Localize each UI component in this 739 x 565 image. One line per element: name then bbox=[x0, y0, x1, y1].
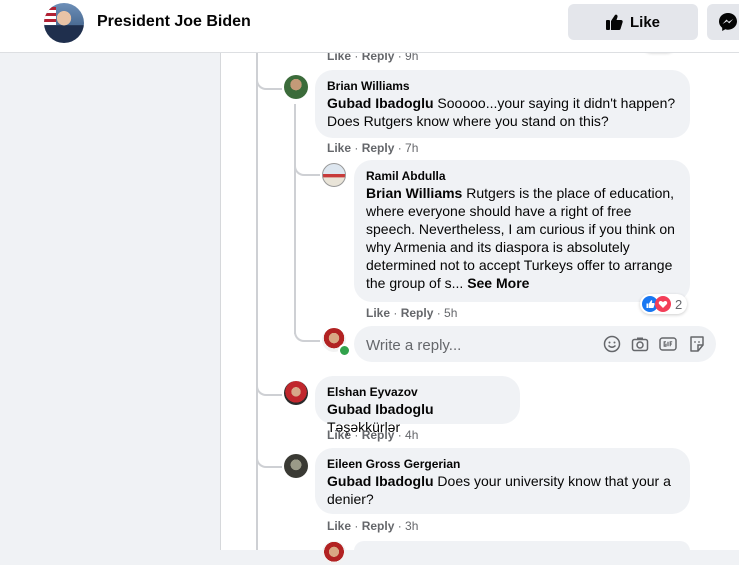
comment-time[interactable]: 5h bbox=[444, 306, 457, 320]
comment-actions: Like · Reply · 7h bbox=[327, 141, 419, 155]
online-status-indicator bbox=[338, 344, 351, 357]
comment-bubble: Elshan Eyvazov Gubad Ibadoglu Təşəkkürlə… bbox=[315, 376, 520, 435]
comment-time[interactable]: 3h bbox=[405, 519, 418, 533]
comment-time[interactable]: 7h bbox=[405, 141, 418, 155]
comment-author[interactable]: Brian Williams bbox=[327, 78, 678, 94]
reply-link[interactable]: Reply bbox=[362, 519, 395, 533]
comment-author[interactable]: Eileen Gross Gergerian bbox=[327, 456, 678, 472]
camera-icon[interactable] bbox=[631, 335, 649, 353]
gif-icon[interactable] bbox=[659, 335, 677, 353]
page-like-label: Like bbox=[629, 13, 660, 31]
page-like-button[interactable]: Like bbox=[568, 4, 698, 40]
thread-line bbox=[294, 104, 296, 334]
like-link[interactable]: Like bbox=[327, 428, 351, 442]
mention-link[interactable]: Gubad Ibadoglu bbox=[327, 473, 434, 489]
reply-link[interactable]: Reply bbox=[401, 306, 434, 320]
avatar[interactable] bbox=[284, 75, 308, 99]
comment-bubble: Brian Williams Gubad Ibadoglu Sooooo...y… bbox=[315, 70, 690, 138]
sticker-icon[interactable] bbox=[688, 335, 706, 353]
comment-bubble: Eileen Gross Gergerian Gubad Ibadoglu Do… bbox=[315, 448, 690, 514]
comment-actions: Like · Reply · 4h bbox=[327, 428, 419, 442]
avatar[interactable] bbox=[322, 163, 346, 187]
comment-actions: Like · Reply · 3h bbox=[327, 519, 419, 533]
reply-input[interactable] bbox=[364, 326, 588, 364]
emoji-icon[interactable] bbox=[603, 335, 621, 353]
page-avatar[interactable] bbox=[44, 3, 84, 43]
reply-link[interactable]: Reply bbox=[362, 428, 395, 442]
reaction-count: 2 bbox=[675, 296, 683, 312]
thread-connector bbox=[294, 152, 320, 176]
reply-box bbox=[354, 326, 716, 364]
like-link[interactable]: Like bbox=[327, 141, 351, 155]
comment-bubble: Ramil Abdulla Brian Williams Rutgers is … bbox=[354, 160, 690, 302]
comment-text: Gubad Ibadoglu Does your university know… bbox=[327, 472, 678, 508]
like-link[interactable]: Like bbox=[366, 306, 390, 320]
thread-connector bbox=[256, 64, 282, 90]
messenger-button[interactable] bbox=[707, 4, 739, 40]
comment-author[interactable]: Elshan Eyvazov bbox=[327, 384, 508, 400]
mention-link[interactable]: Gubad Ibadoglu bbox=[327, 95, 434, 111]
thread-connector bbox=[294, 318, 320, 342]
avatar[interactable] bbox=[284, 381, 308, 405]
avatar[interactable] bbox=[322, 541, 346, 565]
comment-text: Brian Williams Rutgers is the place of e… bbox=[366, 184, 678, 292]
comment-author[interactable]: Ramil Abdulla bbox=[366, 168, 678, 184]
flag-image bbox=[44, 7, 56, 25]
like-link[interactable]: Like bbox=[327, 519, 351, 533]
thread-line bbox=[256, 52, 258, 550]
thread-connector bbox=[256, 370, 282, 396]
avatar[interactable] bbox=[284, 454, 308, 478]
mention-link[interactable]: Brian Williams bbox=[366, 185, 462, 201]
comment-text: Gubad Ibadoglu Sooooo...your saying it d… bbox=[327, 94, 678, 130]
reaction-summary[interactable]: 2 bbox=[640, 294, 688, 314]
reply-link[interactable]: Reply bbox=[362, 141, 395, 155]
comment-time[interactable]: 4h bbox=[405, 428, 418, 442]
comment-actions: Like · Reply · 5h bbox=[366, 306, 458, 320]
comment-bubble bbox=[354, 541, 690, 561]
page-title[interactable]: President Joe Biden bbox=[97, 13, 251, 31]
messenger-icon bbox=[719, 13, 737, 31]
love-reaction-icon bbox=[655, 296, 671, 312]
thumbs-up-icon bbox=[605, 14, 623, 30]
thread-connector bbox=[256, 448, 282, 468]
see-more-link[interactable]: See More bbox=[467, 275, 529, 291]
page-header: President Joe Biden Like bbox=[0, 0, 739, 53]
mention-link[interactable]: Gubad Ibadoglu bbox=[327, 401, 434, 417]
